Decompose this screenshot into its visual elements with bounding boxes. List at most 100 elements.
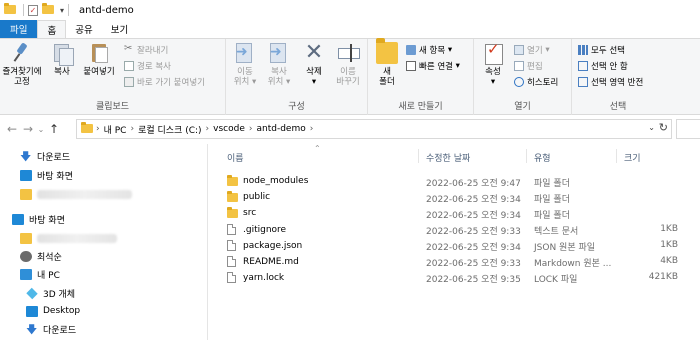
- edit-icon: [514, 61, 524, 71]
- edit-button[interactable]: 편집: [514, 60, 543, 72]
- rename-label-line2: 바꾸기: [336, 77, 360, 87]
- breadcrumb-vscode[interactable]: vscode: [213, 124, 245, 134]
- tab-view[interactable]: 보기: [102, 20, 137, 38]
- properties-quick-icon[interactable]: ✓: [28, 4, 38, 16]
- tab-file[interactable]: 파일: [0, 20, 38, 38]
- file-row[interactable]: README.md 2022-06-25 오전 9:33 Markdown 원본…: [220, 253, 700, 269]
- column-header-size[interactable]: 크기: [624, 151, 641, 164]
- file-name: node_modules: [243, 176, 309, 186]
- paste-button[interactable]: 붙여넣기: [80, 42, 118, 77]
- easy-access-button[interactable]: 빠른 연결 ▾: [406, 60, 460, 72]
- breadcrumb-my-pc[interactable]: 내 PC: [104, 123, 127, 136]
- address-bar[interactable]: › 내 PC › 로컬 디스크 (C:) › vscode › antd-dem…: [76, 119, 672, 139]
- copy-path-icon: [124, 61, 134, 71]
- navigation-pane: 다운로드 바탕 화면 바탕 화면 최석순 내 PC 3D 개체 Desktop …: [0, 144, 207, 340]
- new-item-button[interactable]: 새 항목 ▾: [406, 44, 452, 56]
- rename-button[interactable]: 이름 바꾸기: [332, 42, 364, 87]
- download-icon: [20, 148, 32, 167]
- recent-locations-icon[interactable]: ⌄: [36, 125, 46, 134]
- open-button[interactable]: 열기 ▾: [514, 44, 550, 56]
- breadcrumb-antd-demo[interactable]: antd-demo: [257, 124, 306, 134]
- cut-button[interactable]: 잘라내기: [124, 43, 168, 56]
- history-button[interactable]: 히스토리: [514, 76, 558, 88]
- column-header-type[interactable]: 유형: [534, 151, 551, 164]
- file-row[interactable]: node_modules 2022-06-25 오전 9:47 파일 폴더: [220, 173, 700, 189]
- properties-button[interactable]: 속성 ▾: [478, 42, 508, 87]
- chevron-right-icon[interactable]: ›: [310, 124, 314, 134]
- file-type: 파일 폴더: [534, 195, 570, 205]
- new-folder-button[interactable]: 새 폴더: [373, 38, 401, 87]
- address-dropdown-icon[interactable]: ⌄: [648, 123, 655, 132]
- delete-dropdown-icon[interactable]: ▾: [300, 77, 328, 87]
- title-bar: ✓ ▾ antd-demo: [0, 0, 700, 20]
- column-divider[interactable]: [616, 149, 617, 163]
- nav-item-desktop-root[interactable]: 바탕 화면: [12, 211, 65, 227]
- new-group: 새 폴더 새 항목 ▾ 빠른 연결 ▾ 새로 만들기: [368, 38, 474, 115]
- back-arrow-icon[interactable]: ←: [4, 122, 20, 136]
- file-type: 파일 폴더: [534, 179, 570, 189]
- delete-button[interactable]: ✕ 삭제 ▾: [300, 40, 328, 88]
- nav-item-my-pc[interactable]: 내 PC: [20, 266, 60, 282]
- copy-to-button[interactable]: 복사 위치 ▾: [264, 42, 294, 87]
- nav-item-3d-objects[interactable]: 3D 개체: [26, 285, 75, 301]
- chevron-right-icon[interactable]: ›: [249, 124, 253, 134]
- properties-dropdown-icon[interactable]: ▾: [478, 77, 508, 87]
- up-arrow-icon[interactable]: ↑: [46, 122, 62, 136]
- easy-access-icon: [406, 61, 416, 71]
- file-type: Markdown 원본 ...: [534, 259, 612, 269]
- invert-selection-button[interactable]: 선택 영역 반전: [578, 76, 643, 88]
- nav-item-redacted[interactable]: [20, 186, 132, 202]
- tab-home[interactable]: 홈: [37, 20, 67, 38]
- column-divider[interactable]: [526, 149, 527, 163]
- file-row[interactable]: src 2022-06-25 오전 9:34 파일 폴더: [220, 205, 700, 221]
- file-icon: [227, 240, 236, 251]
- file-date: 2022-06-25 오전 9:34: [426, 211, 521, 221]
- copy-button[interactable]: 복사: [48, 42, 76, 77]
- file-type: 파일 폴더: [534, 211, 570, 221]
- file-row[interactable]: public 2022-06-25 오전 9:34 파일 폴더: [220, 189, 700, 205]
- divider: [68, 4, 70, 16]
- ribbon-tabs: 파일 홈 공유 보기: [0, 20, 700, 39]
- delete-x-icon: ✕: [304, 40, 324, 65]
- move-to-button[interactable]: 이동 위치 ▾: [230, 42, 260, 87]
- pin-label-line1: 즐겨찾기에: [2, 67, 42, 77]
- search-box[interactable]: [676, 119, 700, 139]
- nav-item-label: 다운로드: [37, 152, 71, 163]
- refresh-icon[interactable]: ↻: [659, 121, 668, 134]
- select-all-button[interactable]: 모두 선택: [578, 44, 625, 56]
- customize-quick-access-icon[interactable]: ▾: [60, 6, 64, 15]
- file-name: .gitignore: [243, 224, 287, 235]
- column-header-date[interactable]: 수정한 날짜: [426, 151, 470, 164]
- column-divider[interactable]: [418, 149, 419, 163]
- clipboard-group-label: 클립보드: [95, 102, 130, 112]
- ribbon: 즐겨찾기에 고정 복사 붙여넣기 잘라내기 경로 복사 바로 가기 붙여넣기 클…: [0, 38, 700, 115]
- nav-item-redacted[interactable]: [20, 230, 117, 246]
- chevron-right-icon[interactable]: ›: [130, 124, 134, 134]
- pane-divider[interactable]: [207, 144, 208, 340]
- nav-item-downloads[interactable]: 다운로드: [20, 148, 71, 167]
- copy-path-button[interactable]: 경로 복사: [124, 60, 171, 72]
- organize-group-label: 구성: [288, 102, 305, 112]
- file-row[interactable]: .gitignore 2022-06-25 오전 9:33 텍스트 문서 1KB: [220, 221, 700, 237]
- redacted-label: [37, 233, 117, 243]
- column-header-name[interactable]: 이름: [227, 151, 244, 164]
- pin-quick-access-button[interactable]: 즐겨찾기에 고정: [2, 42, 42, 87]
- tab-share[interactable]: 공유: [66, 20, 101, 38]
- select-none-button[interactable]: 선택 안 함: [578, 60, 628, 72]
- nav-item-desktop-pc[interactable]: Desktop: [26, 303, 80, 319]
- nav-item-label: 바탕 화면: [37, 171, 73, 182]
- new-folder-quick-icon[interactable]: [42, 3, 54, 15]
- nav-item-desktop[interactable]: 바탕 화면: [20, 167, 73, 183]
- folder-icon: [4, 3, 16, 15]
- forward-arrow-icon[interactable]: →: [20, 122, 36, 136]
- breadcrumb-local-disk[interactable]: 로컬 디스크 (C:): [138, 123, 201, 136]
- file-row[interactable]: yarn.lock 2022-06-25 오전 9:35 LOCK 파일 421…: [220, 269, 700, 285]
- nav-item-label: 다운로드: [43, 325, 77, 336]
- chevron-right-icon[interactable]: ›: [206, 124, 210, 134]
- chevron-right-icon[interactable]: ›: [96, 124, 100, 134]
- paste-shortcut-button[interactable]: 바로 가기 붙여넣기: [124, 76, 205, 88]
- nav-item-user[interactable]: 최석순: [20, 248, 62, 264]
- select-group-label: 선택: [609, 102, 627, 112]
- file-row[interactable]: package.json 2022-06-25 오전 9:34 JSON 원본 …: [220, 237, 700, 253]
- nav-item-downloads-pc[interactable]: 다운로드: [26, 321, 77, 340]
